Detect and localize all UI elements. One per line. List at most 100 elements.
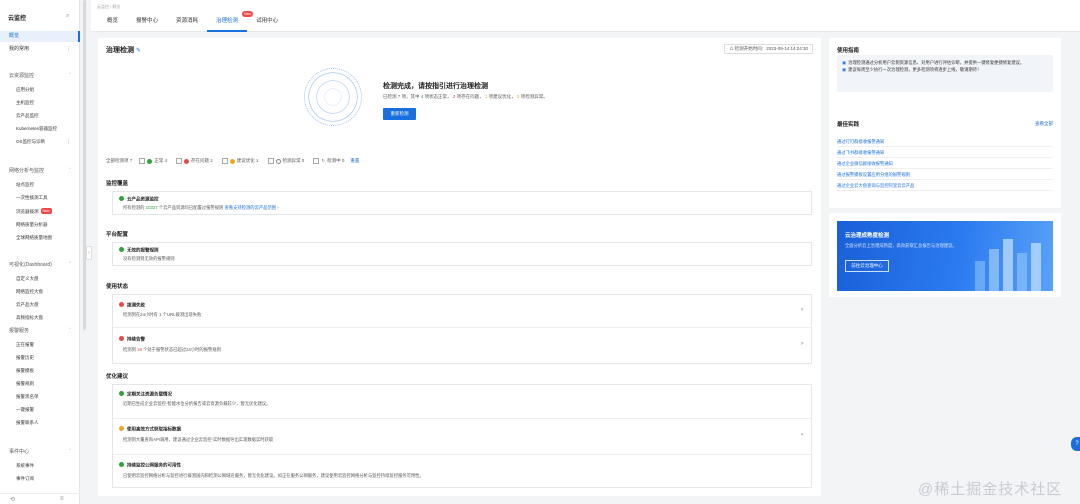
card-platform: 无效的报警规则 没有检测到无效的报警规则 xyxy=(112,242,812,266)
chevron-right-icon[interactable]: › xyxy=(801,341,803,347)
tab-resource-usage[interactable]: 资源消耗 xyxy=(167,15,207,32)
sidebar-item-contacts[interactable]: 报警联系人 xyxy=(0,417,80,429)
sidebar-item-overview[interactable]: 概览 xyxy=(0,31,80,42)
filter-normal[interactable]: 正常 4 xyxy=(136,158,167,164)
result-summary: 已检测 7 项，其中 4 项状态正常， 2 项存在问题， 1 项建议优化， 0 … xyxy=(383,94,548,99)
sidebar-item-hf-dash[interactable]: 高频指标大盘 xyxy=(0,312,80,324)
sidebar-item-browser[interactable]: 浏览器拨测 New xyxy=(0,206,80,218)
more-icon[interactable]: ⋮ xyxy=(66,136,71,148)
check-row[interactable]: 云产品资源监控 所有检测的 10327 个云产品资源均已配置过报警规则 查看支持… xyxy=(113,192,811,215)
sidebar-item-site[interactable]: 站点监控 xyxy=(0,179,80,191)
filter-issue[interactable]: 存在问题 2 xyxy=(173,158,213,164)
checkbox[interactable] xyxy=(139,158,146,164)
sidebar-group-resource[interactable]: 云资源监控 ˆ xyxy=(0,71,80,82)
check-circle-icon xyxy=(119,196,124,201)
sidebar-item-system-events[interactable]: 系统事件 xyxy=(0,460,80,472)
check-circle-icon xyxy=(119,391,124,396)
chevron-right-icon[interactable]: › xyxy=(277,205,278,210)
tab-trial-center[interactable]: 试用中心 xyxy=(247,15,287,32)
sidebar-item-alarm-history[interactable]: 报警历史 xyxy=(0,352,80,364)
chevron-right-icon[interactable]: › xyxy=(801,307,803,313)
check-circle-icon xyxy=(119,462,124,467)
history-icon[interactable]: ⟲ xyxy=(10,496,15,503)
checkbox[interactable] xyxy=(267,158,274,164)
filter-label: 全部检测项 7 xyxy=(106,158,133,163)
list-item[interactable]: 通过飞书群接收报警通知 xyxy=(837,147,1053,158)
sidebar-item-alarm-blacklist[interactable]: 报警黑名单 xyxy=(0,391,80,403)
filter-abnormal[interactable]: 检测异常 0 xyxy=(265,158,304,164)
watermark: @稀土掘金技术社区 xyxy=(918,481,1063,498)
sidebar-item-cloud-product[interactable]: 云产品监控 xyxy=(0,110,80,122)
error-circle-icon xyxy=(119,336,124,341)
section-title-coverage: 监控覆盖 xyxy=(106,181,129,187)
more-icon[interactable]: ⋮ xyxy=(66,44,71,55)
card-optimize: 定期关注资源负载情况 近期已生成企业云监控-智能水位分析报告或云资源负载较少，暂… xyxy=(112,384,812,488)
sidebar-scrollbar[interactable] xyxy=(83,0,86,330)
view-all-link[interactable]: 查看全部 xyxy=(1035,121,1053,127)
sidebar-item-oneclick[interactable]: 一键报警 xyxy=(0,404,80,416)
sidebar-item-alarm-template[interactable]: 报警模板 xyxy=(0,365,80,377)
sidebar-item-app-group[interactable]: 应用分组 xyxy=(0,84,80,96)
sidebar-item-event-sub[interactable]: 事件订阅 xyxy=(0,473,80,485)
redetect-button[interactable]: 重新检测 xyxy=(383,108,416,120)
sidebar-item-cloud-dash[interactable]: 云产品大盘 xyxy=(0,299,80,311)
search-icon[interactable]: ⌕ xyxy=(66,13,73,20)
tab-governance[interactable]: 治理检测 New xyxy=(207,11,254,32)
sidebar-group-dashboard[interactable]: 可视化(Dashboard) ˆ xyxy=(0,260,80,271)
check-row[interactable]: 持续监控公网服务的可用性 已使用云监控网络分析与监控进行拨测国内和检测公网域名服… xyxy=(113,455,811,488)
new-badge: New xyxy=(40,208,52,214)
tab-alarm-center[interactable]: 报警中心 xyxy=(127,15,167,32)
sidebar-item-k8s[interactable]: Kubernetes容器监控 xyxy=(0,123,80,135)
info-icon: ▣ xyxy=(842,67,847,72)
bars-illustration xyxy=(975,239,1041,291)
sidebar-group-alarm[interactable]: 报警服务 ˆ xyxy=(0,326,80,337)
sidebar-item-os[interactable]: OS监控与诊断 ⋮ xyxy=(0,136,80,148)
abnormal-circle-icon xyxy=(275,158,281,164)
check-row[interactable]: 持续告警 检测到 18 个处于报警状态已超过24小时的报警规则 › xyxy=(113,328,811,363)
sidebar-item-netmap[interactable]: 全球网络质量地图 xyxy=(0,232,80,244)
go-governance-button[interactable]: 前往云治理中心 xyxy=(845,260,889,272)
tab-overview[interactable]: 概览 xyxy=(98,15,127,32)
sidebar: 云监控 ⌕ 概览 我的常用 ⋮ 云资源监控 ˆ 应用分组 主机监控 云产品监控 Ku… xyxy=(0,0,80,504)
menu-icon[interactable]: ≡ xyxy=(60,496,64,502)
list-item[interactable]: 通过报警模板设置应用分组的报警规则 xyxy=(837,169,1053,180)
top-header: 云监控 / 概览 概览 报警中心 资源消耗 治理检测 New 试用中心 xyxy=(91,0,1080,32)
collapse-sidebar-handle[interactable]: ‹ xyxy=(86,246,92,260)
sidebar-item-onetime[interactable]: 一次性拨测工具 xyxy=(0,192,80,204)
check-circle-icon xyxy=(147,158,153,164)
filter-detecting[interactable]: ↻ 检测中 0 xyxy=(310,158,344,164)
edit-icon[interactable]: ✎ xyxy=(136,47,141,54)
card-usage: 拨测失败 检测到在24小时有 1 个URL拨测出现失败 › 持续告警 检测到 1… xyxy=(112,294,812,364)
check-row[interactable]: 使用高效方式获取指标数据 检测到大量查询API调用，建议通过企业云监控-实时数据… xyxy=(113,419,811,455)
check-row[interactable]: 拨测失败 检测到在24小时有 1 个URL拨测出现失败 › xyxy=(113,295,811,328)
sidebar-item-custom-dash[interactable]: 自定义大盘 xyxy=(0,273,80,285)
list-item[interactable]: 通过钉钉群接收报警通知 xyxy=(837,136,1053,147)
check-row[interactable]: 无效的报警规则 没有检测到无效的报警规则 xyxy=(113,243,811,266)
sidebar-item-netquality[interactable]: 网络质量分析器 xyxy=(0,219,80,231)
sidebar-group-network[interactable]: 网络分析与监控 ˆ xyxy=(0,166,80,177)
tip-box: ▣ 治理检测通过分析用户云侧资源信息、对用户进行评估诊断，并提供一键修复便捷修复建… xyxy=(837,55,1053,92)
sidebar-title: 云监控 xyxy=(8,16,27,22)
sidebar-item-net-dash[interactable]: 网络监控大盘 xyxy=(0,286,80,298)
chevron-up-icon: ˆ xyxy=(69,449,71,455)
chevron-up-icon: ˆ xyxy=(69,73,71,79)
warning-circle-icon xyxy=(229,158,235,164)
sidebar-item-favorites[interactable]: 我的常用 ⋮ xyxy=(0,44,80,55)
list-item[interactable]: 通过企业云大盘查询与监控阿里云云产品 xyxy=(837,180,1053,191)
checkbox[interactable] xyxy=(221,158,228,164)
chevron-right-icon[interactable]: › xyxy=(801,432,803,438)
help-float-button[interactable]: ? xyxy=(1071,437,1080,451)
checkbox[interactable] xyxy=(313,158,320,164)
sidebar-item-alarming[interactable]: 正在报警 xyxy=(0,339,80,351)
result-title: 检测完成，请按指引进行治理检测 xyxy=(383,83,488,90)
filter-suggest[interactable]: 建议优化 1 xyxy=(219,158,259,164)
sidebar-item-alarm-rules[interactable]: 报警规则 xyxy=(0,378,80,390)
checkbox[interactable] xyxy=(176,158,183,164)
check-row[interactable]: 定期关注资源负载情况 近期已生成企业云监控-智能水位分析报告或云资源负载较少，暂… xyxy=(113,385,811,419)
sidebar-group-events[interactable]: 事件中心 ˆ xyxy=(0,447,80,458)
reset-link[interactable]: 重置 xyxy=(350,158,359,164)
list-item[interactable]: 通过企业微信群接收报警通知 xyxy=(837,158,1053,169)
product-scope-link[interactable]: 查看支持检测的云产品范围 xyxy=(225,205,277,210)
sidebar-item-host[interactable]: 主机监控 xyxy=(0,97,80,109)
filter-row: 全部检测项 7 正常 4 存在问题 2 建议优化 1 检测异常 0 ↻ 检测中 0… xyxy=(106,156,359,166)
